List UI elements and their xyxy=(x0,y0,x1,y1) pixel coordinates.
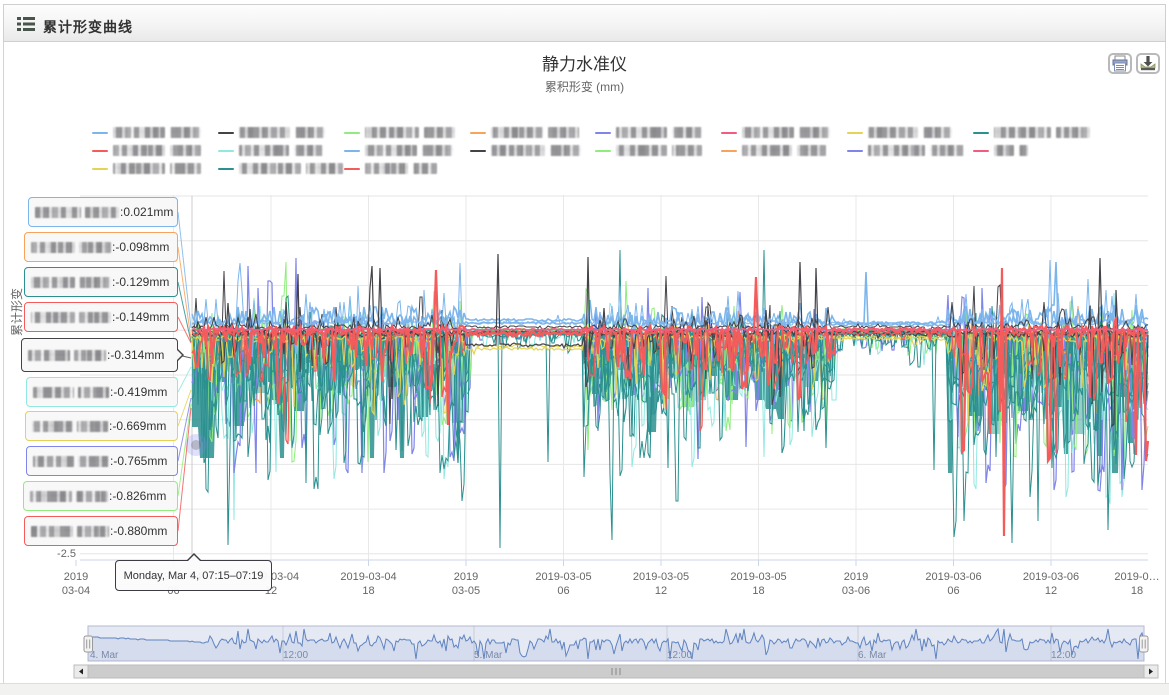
svg-text:2019-03-05: 2019-03-05 xyxy=(535,571,591,583)
svg-text:18: 18 xyxy=(362,585,374,597)
svg-text:2019-03-05: 2019-03-05 xyxy=(730,571,786,583)
svg-text:03-04: 03-04 xyxy=(62,585,90,597)
svg-text:03-05: 03-05 xyxy=(452,585,480,597)
svg-text:06: 06 xyxy=(557,585,569,597)
svg-text:-2.5: -2.5 xyxy=(57,548,76,560)
svg-text:06: 06 xyxy=(947,585,959,597)
svg-text:5. Mar: 5. Mar xyxy=(474,650,503,661)
svg-text:18: 18 xyxy=(752,585,764,597)
svg-text:12:00: 12:00 xyxy=(283,650,308,661)
svg-text:2019: 2019 xyxy=(454,571,478,583)
svg-text:12: 12 xyxy=(1045,585,1057,597)
svg-text:2019-0…: 2019-0… xyxy=(1114,571,1159,583)
svg-text:12: 12 xyxy=(655,585,667,597)
svg-text:2019-03-06: 2019-03-06 xyxy=(925,571,981,583)
svg-text:2019-03-04: 2019-03-04 xyxy=(340,571,396,583)
svg-text:6. Mar: 6. Mar xyxy=(858,650,887,661)
svg-text:03-06: 03-06 xyxy=(842,585,870,597)
svg-text:2019-03-05: 2019-03-05 xyxy=(633,571,689,583)
svg-text:2019: 2019 xyxy=(844,571,868,583)
svg-text:12:00: 12:00 xyxy=(1051,650,1076,661)
svg-text:12:00: 12:00 xyxy=(667,650,692,661)
svg-text:2019: 2019 xyxy=(64,571,88,583)
svg-text:18: 18 xyxy=(1131,585,1143,597)
svg-text:4. Mar: 4. Mar xyxy=(90,650,119,661)
svg-text:累计形变: 累计形变 xyxy=(9,288,24,336)
svg-text:2019-03-06: 2019-03-06 xyxy=(1023,571,1079,583)
